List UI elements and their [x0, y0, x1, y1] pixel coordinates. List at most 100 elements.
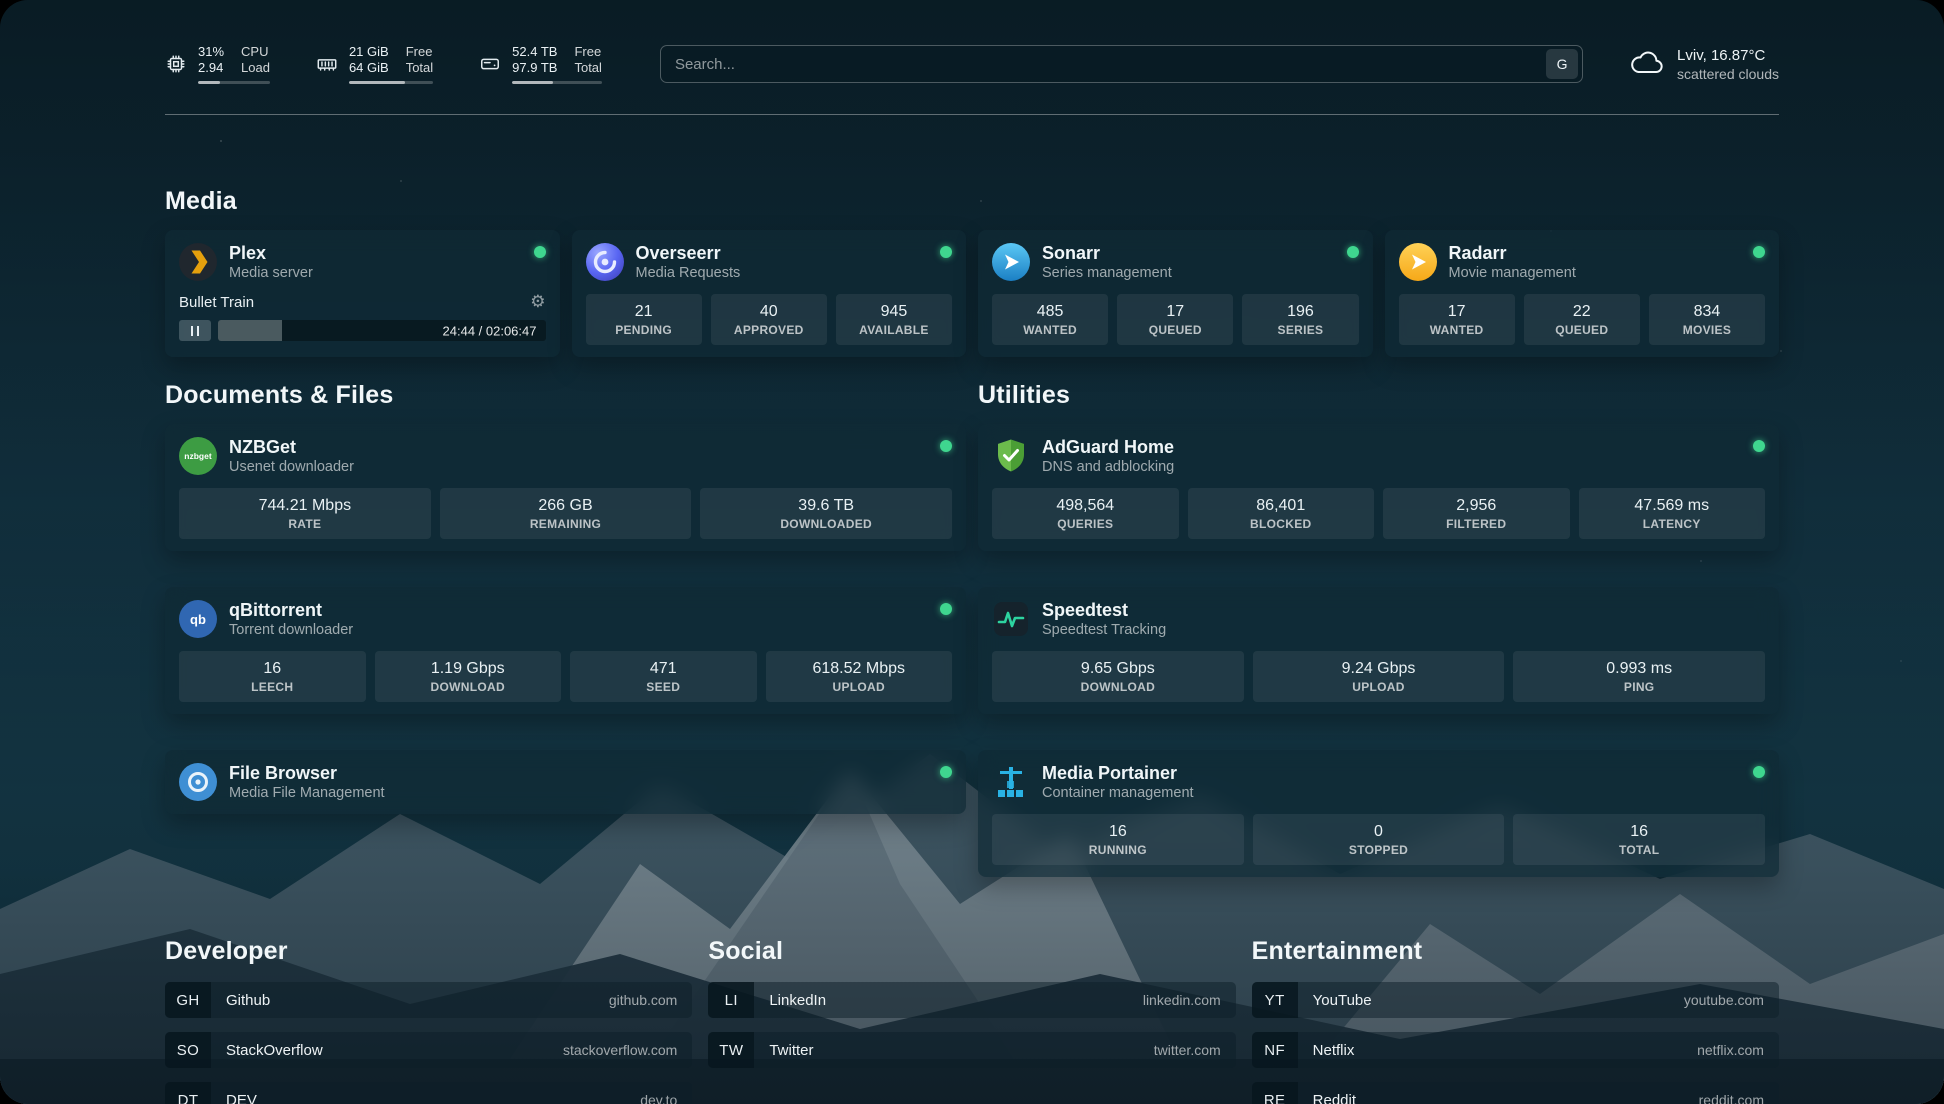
disk-widget: 52.4 TB 97.9 TB Free Total: [479, 44, 602, 84]
section-title-documents: Documents & Files: [165, 381, 966, 410]
gear-icon[interactable]: ⚙: [530, 294, 545, 311]
stat-series: 196SERIES: [1242, 294, 1358, 345]
stat-queued: 17QUEUED: [1117, 294, 1233, 345]
bookmark-reddit[interactable]: RE Reddit reddit.com: [1252, 1082, 1779, 1104]
svg-text:nzbget: nzbget: [184, 451, 212, 461]
bookmark-url: netflix.com: [1697, 1042, 1779, 1058]
service-card-qbittorrent[interactable]: qb qBittorrent Torrent downloader 16LEEC…: [165, 587, 966, 714]
disk-label-2: Total: [574, 60, 601, 76]
stat-rate: 744.21 MbpsRATE: [179, 488, 431, 539]
memory-total: 64 GiB: [349, 60, 389, 76]
disk-usage-bar: [512, 81, 602, 84]
service-name: Radarr: [1449, 242, 1576, 264]
memory-free: 21 GiB: [349, 44, 389, 60]
memory-icon: [316, 53, 338, 75]
service-desc: Speedtest Tracking: [1042, 621, 1166, 639]
stat-blocked: 86,401BLOCKED: [1188, 488, 1375, 539]
bookmark-url: twitter.com: [1154, 1042, 1236, 1058]
bookmark-stackoverflow[interactable]: SO StackOverflow stackoverflow.com: [165, 1032, 692, 1068]
stat-movies: 834MOVIES: [1649, 294, 1765, 345]
bookmark-url: linkedin.com: [1143, 992, 1236, 1008]
service-card-radarr[interactable]: Radarr Movie management 17WANTED 22QUEUE…: [1385, 230, 1780, 357]
section-title-media: Media: [165, 187, 1779, 216]
disk-icon: [479, 53, 501, 75]
stat-upload: 9.24 GbpsUPLOAD: [1253, 651, 1505, 702]
header-divider: [165, 114, 1779, 115]
service-card-plex[interactable]: Plex Media server Bullet Train ⚙ 24:44 /…: [165, 230, 560, 357]
service-desc: Series management: [1042, 264, 1172, 282]
service-card-filebrowser[interactable]: File Browser Media File Management: [165, 750, 966, 814]
service-desc: Usenet downloader: [229, 458, 354, 476]
disk-free: 52.4 TB: [512, 44, 557, 60]
service-desc: Torrent downloader: [229, 621, 353, 639]
bookmark-name: Github: [211, 992, 270, 1009]
memory-label-2: Total: [406, 60, 433, 76]
svg-text:qb: qb: [190, 612, 206, 627]
bookmark-group-developer: Developer GH Github github.com SO StackO…: [165, 937, 692, 1104]
cpu-percent: 31%: [198, 44, 224, 60]
bookmark-name: Twitter: [754, 1042, 813, 1059]
stat-total: 16TOTAL: [1513, 814, 1765, 865]
cpu-load: 2.94: [198, 60, 224, 76]
cloud-icon: [1629, 48, 1665, 80]
service-card-speedtest[interactable]: Speedtest Speedtest Tracking 9.65 GbpsDO…: [978, 587, 1779, 714]
bookmark-name: LinkedIn: [754, 992, 826, 1009]
stat-downloaded: 39.6 TBDOWNLOADED: [700, 488, 952, 539]
bookmark-group-social: Social LI LinkedIn linkedin.com TW Twitt…: [708, 937, 1235, 1104]
bookmarks-section: Developer GH Github github.com SO StackO…: [165, 937, 1779, 1104]
weather-widget: Lviv, 16.87°C scattered clouds: [1629, 46, 1779, 83]
speedtest-icon: [992, 600, 1030, 638]
bookmark-dev[interactable]: DT DEV dev.to: [165, 1082, 692, 1104]
section-title-developer: Developer: [165, 937, 692, 966]
bookmark-abbr: RE: [1252, 1082, 1298, 1104]
service-desc: Media server: [229, 264, 313, 282]
weather-condition: scattered clouds: [1677, 65, 1779, 83]
cpu-chip-icon: [165, 53, 187, 75]
stat-available: 945AVAILABLE: [836, 294, 952, 345]
bookmark-url: reddit.com: [1699, 1092, 1779, 1104]
service-name: Sonarr: [1042, 242, 1172, 264]
progress-time: 24:44 / 02:06:47: [443, 323, 537, 338]
bookmark-linkedin[interactable]: LI LinkedIn linkedin.com: [708, 982, 1235, 1018]
filebrowser-icon: [179, 763, 217, 801]
bookmark-name: Reddit: [1298, 1092, 1356, 1104]
bookmark-abbr: YT: [1252, 982, 1298, 1018]
service-card-adguard[interactable]: AdGuard Home DNS and adblocking 498,564Q…: [978, 424, 1779, 551]
status-dot: [1347, 246, 1359, 258]
bookmark-url: youtube.com: [1684, 992, 1779, 1008]
progress-bar[interactable]: 24:44 / 02:06:47: [218, 320, 546, 341]
service-card-portainer[interactable]: Media Portainer Container management 16R…: [978, 750, 1779, 877]
service-desc: Container management: [1042, 784, 1194, 802]
status-dot: [940, 766, 952, 778]
pause-button[interactable]: [179, 320, 211, 341]
service-desc: Media File Management: [229, 784, 385, 802]
service-name: Speedtest: [1042, 599, 1166, 621]
bookmark-netflix[interactable]: NF Netflix netflix.com: [1252, 1032, 1779, 1068]
bookmark-github[interactable]: GH Github github.com: [165, 982, 692, 1018]
memory-usage-bar: [349, 81, 433, 84]
service-card-overseerr[interactable]: Overseerr Media Requests 21PENDING 40APP…: [572, 230, 967, 357]
bookmark-abbr: LI: [708, 982, 754, 1018]
bookmark-abbr: DT: [165, 1082, 211, 1104]
bookmark-name: YouTube: [1298, 992, 1372, 1009]
disk-label-1: Free: [574, 44, 601, 60]
status-dot: [1753, 766, 1765, 778]
search-input[interactable]: [661, 46, 1546, 82]
stat-wanted: 485WANTED: [992, 294, 1108, 345]
overseerr-icon: [586, 243, 624, 281]
service-desc: Movie management: [1449, 264, 1576, 282]
service-card-nzbget[interactable]: nzbget NZBGet Usenet downloader 744.21 M…: [165, 424, 966, 551]
stat-queued: 22QUEUED: [1524, 294, 1640, 345]
service-name: Media Portainer: [1042, 762, 1194, 784]
search-provider-button[interactable]: G: [1546, 49, 1578, 79]
radarr-icon: [1399, 243, 1437, 281]
service-card-sonarr[interactable]: Sonarr Series management 485WANTED 17QUE…: [978, 230, 1373, 357]
bookmark-name: StackOverflow: [211, 1042, 323, 1059]
bookmark-twitter[interactable]: TW Twitter twitter.com: [708, 1032, 1235, 1068]
status-dot: [1753, 246, 1765, 258]
progress-fill: [218, 320, 282, 341]
now-playing-title: Bullet Train: [179, 294, 254, 311]
bookmark-youtube[interactable]: YT YouTube youtube.com: [1252, 982, 1779, 1018]
plex-player: 24:44 / 02:06:47: [179, 320, 546, 341]
plex-icon: [179, 243, 217, 281]
